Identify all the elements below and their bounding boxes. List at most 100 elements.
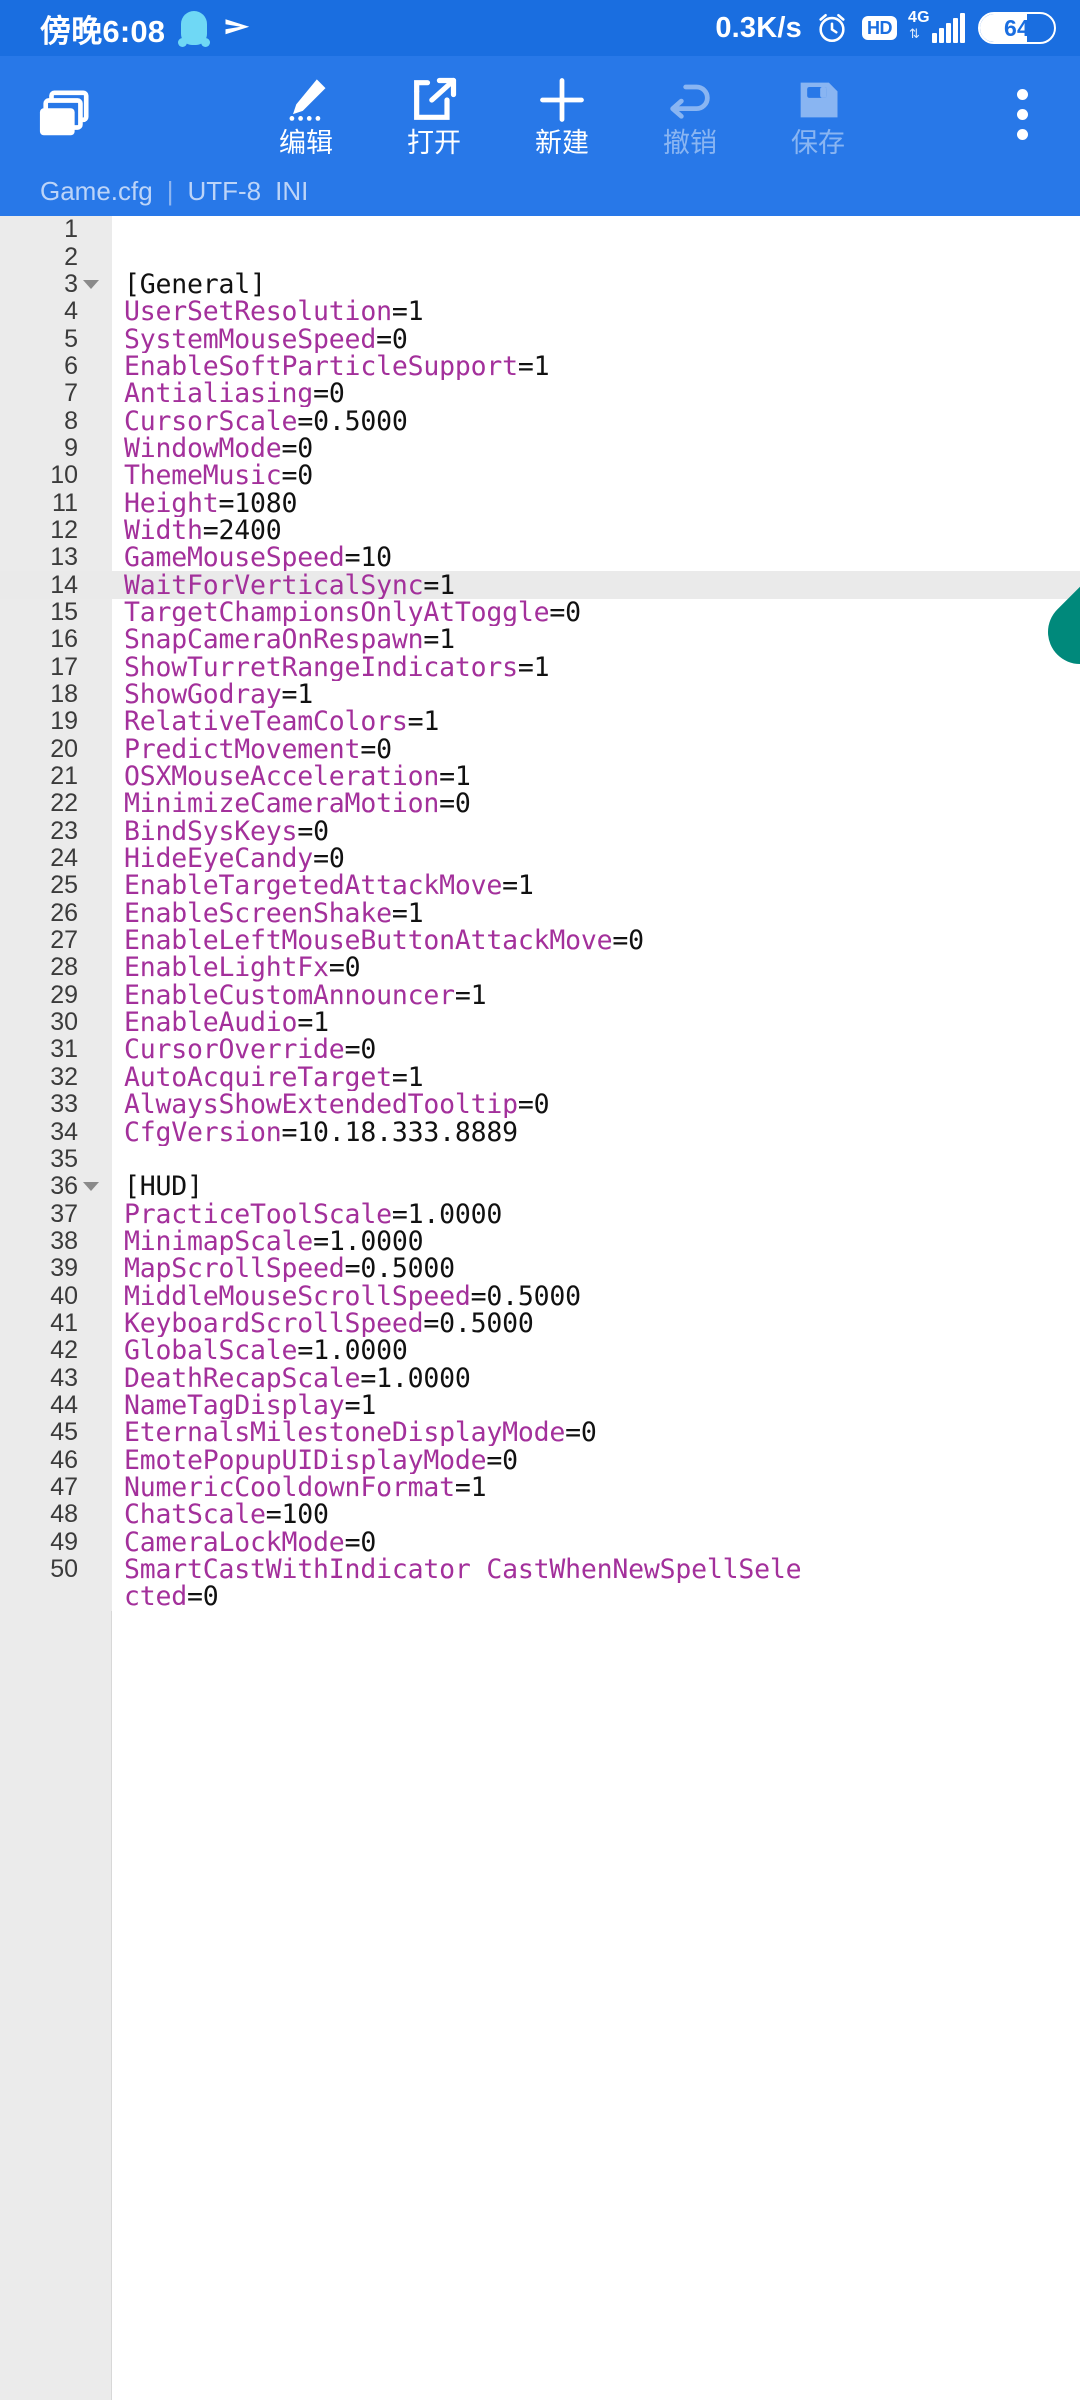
code-text[interactable]: EnableSoftParticleSupport =1 — [112, 353, 1080, 380]
code-text[interactable]: CursorOverride =0 — [112, 1036, 1080, 1063]
fold-toggle-icon[interactable] — [78, 279, 104, 289]
code-text[interactable] — [112, 243, 1080, 270]
code-text[interactable]: [HUD] — [112, 1173, 1080, 1200]
code-line[interactable]: 45 EternalsMilestoneDisplayMode =0 — [0, 1418, 1080, 1447]
code-text[interactable]: EternalsMilestoneDisplayMode =0 — [112, 1419, 1080, 1446]
code-text[interactable]: Height =1080 — [112, 489, 1080, 516]
code-line[interactable]: 4 UserSetResolution =1 — [0, 297, 1080, 326]
code-text[interactable]: UserSetResolution =1 — [112, 298, 1080, 325]
code-line[interactable]: 15 TargetChampionsOnlyAtToggle =0 — [0, 598, 1080, 627]
code-line[interactable]: 19 RelativeTeamColors =1 — [0, 707, 1080, 736]
code-line[interactable]: 27 EnableLeftMouseButtonAttackMove =0 — [0, 926, 1080, 955]
code-line[interactable]: 33 AlwaysShowExtendedTooltip =0 — [0, 1090, 1080, 1119]
code-line[interactable]: 36 [HUD] — [0, 1172, 1080, 1201]
code-text[interactable]: ThemeMusic =0 — [112, 462, 1080, 489]
code-line[interactable]: 25 EnableTargetedAttackMove =1 — [0, 871, 1080, 900]
code-text[interactable]: PracticeToolScale =1.0000 — [112, 1200, 1080, 1227]
code-text[interactable]: TargetChampionsOnlyAtToggle =0 — [112, 599, 1080, 626]
code-text[interactable]: MinimapScale =1.0000 — [112, 1228, 1080, 1255]
code-text[interactable]: WindowMode =0 — [112, 435, 1080, 462]
edit-button[interactable]: 编辑 — [242, 72, 370, 157]
new-button[interactable]: 新建 — [498, 72, 626, 157]
code-line[interactable]: cted =0 — [0, 1583, 1080, 1611]
code-text[interactable]: AlwaysShowExtendedTooltip =0 — [112, 1091, 1080, 1118]
code-line[interactable]: 10 ThemeMusic =0 — [0, 461, 1080, 490]
code-line[interactable]: 37 PracticeToolScale =1.0000 — [0, 1200, 1080, 1228]
code-line[interactable]: 23 BindSysKeys =0 — [0, 817, 1080, 845]
code-line[interactable]: 3 [General] — [0, 270, 1080, 299]
code-text[interactable]: CursorScale =0.5000 — [112, 407, 1080, 434]
code-text[interactable]: HideEyeCandy =0 — [112, 845, 1080, 872]
code-line[interactable]: 13 GameMouseSpeed =10 — [0, 543, 1080, 572]
code-text[interactable]: NameTagDisplay =1 — [112, 1392, 1080, 1419]
code-line[interactable]: 47 NumericCooldownFormat =1 — [0, 1473, 1080, 1502]
more-options-button[interactable] — [990, 88, 1054, 140]
code-text[interactable]: Antialiasing =0 — [112, 380, 1080, 407]
code-line[interactable]: 34 CfgVersion =10.18.333.8889 — [0, 1118, 1080, 1146]
code-text[interactable]: BindSysKeys =0 — [112, 818, 1080, 845]
code-line[interactable]: 49 CameraLockMode =0 — [0, 1528, 1080, 1556]
code-text[interactable]: SmartCastWithIndicator_CastWhenNewSpellS… — [112, 1556, 1080, 1583]
code-line[interactable]: 28 EnableLightFx =0 — [0, 953, 1080, 982]
undo-button[interactable]: 撤销 — [626, 72, 754, 157]
code-text[interactable]: GameMouseSpeed =10 — [112, 544, 1080, 571]
code-text[interactable]: SnapCameraOnRespawn =1 — [112, 626, 1080, 653]
code-text[interactable]: KeyboardScrollSpeed =0.5000 — [112, 1310, 1080, 1337]
code-line[interactable]: 31 CursorOverride =0 — [0, 1035, 1080, 1064]
code-text[interactable]: EnableLightFx =0 — [112, 954, 1080, 981]
code-text[interactable]: MinimizeCameraMotion =0 — [112, 790, 1080, 817]
fold-toggle-icon[interactable] — [78, 1182, 104, 1192]
code-text[interactable]: EnableTargetedAttackMove =1 — [112, 872, 1080, 899]
code-line[interactable]: 2 — [0, 243, 1080, 271]
code-line[interactable]: 41 KeyboardScrollSpeed =0.5000 — [0, 1309, 1080, 1338]
code-text[interactable]: DeathRecapScale =1.0000 — [112, 1364, 1080, 1391]
code-line[interactable]: 18 ShowGodray =1 — [0, 680, 1080, 709]
code-line[interactable]: 21 OSXMouseAcceleration =1 — [0, 762, 1080, 791]
code-content[interactable]: 1 2 3 [General] 4 UserSetResolution =1 5 SystemM… — [0, 216, 1080, 2400]
code-line[interactable]: 1 — [0, 216, 1080, 244]
code-line[interactable]: 30 EnableAudio =1 — [0, 1008, 1080, 1037]
code-line[interactable]: 14 WaitForVerticalSync =1 — [0, 571, 1080, 599]
code-text[interactable]: SystemMouseSpeed =0 — [112, 325, 1080, 352]
code-line[interactable]: 6 EnableSoftParticleSupport =1 — [0, 352, 1080, 381]
code-text[interactable] — [112, 1146, 1080, 1173]
code-text[interactable]: OSXMouseAcceleration =1 — [112, 763, 1080, 790]
code-line[interactable]: 8 CursorScale =0.5000 — [0, 407, 1080, 435]
code-line[interactable]: 5 SystemMouseSpeed =0 — [0, 325, 1080, 353]
code-text[interactable]: ShowGodray =1 — [112, 681, 1080, 708]
code-line[interactable]: 48 ChatScale =100 — [0, 1500, 1080, 1529]
code-line[interactable]: 50 SmartCastWithIndicator_CastWhenNewSpel… — [0, 1555, 1080, 1584]
code-text[interactable]: EmotePopupUIDisplayMode =0 — [112, 1446, 1080, 1473]
code-text[interactable]: MiddleMouseScrollSpeed =0.5000 — [112, 1282, 1080, 1309]
code-text[interactable]: ShowTurretRangeIndicators =1 — [112, 654, 1080, 681]
code-line[interactable]: 26 EnableScreenShake =1 — [0, 899, 1080, 927]
code-text[interactable]: AutoAcquireTarget =1 — [112, 1064, 1080, 1091]
code-text[interactable]: [General] — [112, 271, 1080, 298]
code-text[interactable]: WaitForVerticalSync =1 — [112, 571, 1080, 599]
code-line[interactable]: 12 Width =2400 — [0, 516, 1080, 545]
code-line[interactable]: 9 WindowMode =0 — [0, 434, 1080, 463]
code-line[interactable]: 38 MinimapScale =1.0000 — [0, 1227, 1080, 1256]
save-button[interactable]: 保存 — [754, 72, 882, 157]
code-line[interactable]: 24 HideEyeCandy =0 — [0, 844, 1080, 873]
code-text[interactable]: ChatScale =100 — [112, 1501, 1080, 1528]
code-text[interactable]: EnableScreenShake =1 — [112, 900, 1080, 927]
code-text[interactable]: EnableAudio =1 — [112, 1009, 1080, 1036]
code-line[interactable]: 22 MinimizeCameraMotion =0 — [0, 789, 1080, 818]
code-line[interactable]: 35 — [0, 1145, 1080, 1174]
code-line[interactable]: 11 Height =1080 — [0, 489, 1080, 517]
code-text[interactable] — [112, 216, 1080, 243]
code-line[interactable]: 17 ShowTurretRangeIndicators =1 — [0, 653, 1080, 681]
code-line[interactable]: 39 MapScrollSpeed =0.5000 — [0, 1254, 1080, 1283]
code-line[interactable]: 29 EnableCustomAnnouncer =1 — [0, 981, 1080, 1009]
code-line[interactable]: 46 EmotePopupUIDisplayMode =0 — [0, 1446, 1080, 1474]
code-text[interactable]: CfgVersion =10.18.333.8889 — [112, 1118, 1080, 1145]
code-text[interactable]: RelativeTeamColors =1 — [112, 708, 1080, 735]
code-line[interactable]: 44 NameTagDisplay =1 — [0, 1391, 1080, 1420]
code-line[interactable]: 7 Antialiasing =0 — [0, 379, 1080, 408]
code-text[interactable]: Width =2400 — [112, 517, 1080, 544]
code-text[interactable]: CameraLockMode =0 — [112, 1529, 1080, 1556]
code-line[interactable]: 43 DeathRecapScale =1.0000 — [0, 1364, 1080, 1392]
code-text[interactable]: MapScrollSpeed =0.5000 — [112, 1255, 1080, 1282]
code-line[interactable]: 16 SnapCameraOnRespawn =1 — [0, 625, 1080, 654]
